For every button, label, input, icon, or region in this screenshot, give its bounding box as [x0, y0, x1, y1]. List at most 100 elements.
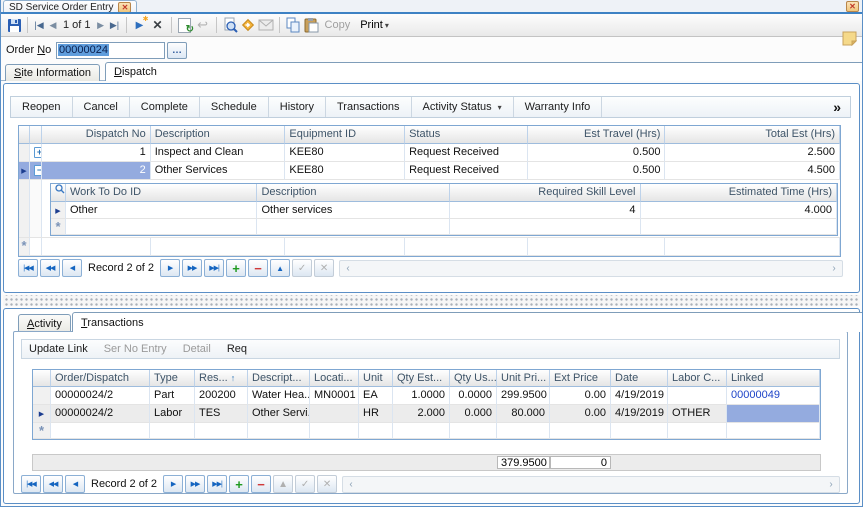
- cell-unit[interactable]: HR: [359, 405, 393, 423]
- overflow-chevron-icon[interactable]: »: [833, 99, 850, 115]
- nav-forward-button[interactable]: ▶▶: [182, 259, 202, 277]
- cell-qty-used[interactable]: 0.000: [450, 405, 497, 423]
- column-header-description[interactable]: Descript...: [248, 370, 310, 387]
- new-row-indicator[interactable]: *: [33, 423, 51, 439]
- table-row[interactable]: 00000024/2 Part 200200 Water Hea... MN00…: [33, 387, 820, 405]
- nav-last-button[interactable]: ▶▶|: [207, 475, 227, 493]
- save-icon[interactable]: [5, 16, 23, 34]
- activity-status-button[interactable]: Activity Status▾: [412, 97, 514, 117]
- column-header-qty-used[interactable]: Qty Us...: [450, 370, 497, 387]
- column-header-res[interactable]: Res...↑: [195, 370, 248, 387]
- row-indicator[interactable]: ▶: [33, 405, 51, 423]
- order-no-browse-button[interactable]: …: [167, 42, 187, 59]
- row-indicator[interactable]: [33, 387, 51, 405]
- scroll-left-icon[interactable]: ‹: [343, 477, 359, 492]
- cell-unit-price[interactable]: 299.9500: [497, 387, 550, 405]
- nav-prev-button[interactable]: ◀: [62, 259, 82, 277]
- cell-date[interactable]: 4/19/2019: [611, 405, 668, 423]
- nav-prev-button[interactable]: ◀: [65, 475, 85, 493]
- move-up-button[interactable]: ▲: [273, 475, 293, 493]
- nav-next-button[interactable]: ▶: [160, 259, 180, 277]
- cell-equipment-id[interactable]: KEE80: [285, 162, 405, 180]
- nav-rewind-button[interactable]: ◀◀: [43, 475, 63, 493]
- new-row-indicator[interactable]: *: [51, 219, 66, 235]
- collapse-cell[interactable]: −: [30, 162, 42, 180]
- expand-cell[interactable]: +: [30, 144, 42, 162]
- note-icon[interactable]: [842, 31, 857, 46]
- column-header-ext-price[interactable]: Ext Price: [550, 370, 611, 387]
- cell-ext-price[interactable]: 0.00: [550, 405, 611, 423]
- column-header-description[interactable]: Description: [151, 126, 286, 144]
- new-row[interactable]: *: [33, 423, 820, 439]
- column-header-est-travel[interactable]: Est Travel (Hrs): [528, 126, 666, 144]
- paste-icon[interactable]: [302, 16, 320, 34]
- reopen-button[interactable]: Reopen: [11, 97, 73, 117]
- scroll-right-icon[interactable]: ›: [826, 261, 842, 276]
- tab-transactions[interactable]: Transactions: [72, 312, 863, 332]
- table-row-selected[interactable]: ▶ 00000024/2 Labor TES Other Servi... HR…: [33, 405, 820, 423]
- transactions-button[interactable]: Transactions: [326, 97, 412, 117]
- row-indicator[interactable]: ▶: [51, 202, 66, 219]
- column-header-date[interactable]: Date: [611, 370, 668, 387]
- cell-description[interactable]: Other services: [257, 202, 450, 219]
- add-record-button[interactable]: +: [229, 475, 249, 493]
- cell-res[interactable]: 200200: [195, 387, 248, 405]
- nav-rewind-button[interactable]: ◀◀: [40, 259, 60, 277]
- schedule-button[interactable]: Schedule: [200, 97, 269, 117]
- panel-splitter[interactable]: [3, 295, 860, 306]
- cell-dispatch-no[interactable]: 1: [42, 144, 151, 162]
- delete-record-button[interactable]: −: [251, 475, 271, 493]
- nav-last-button[interactable]: ▶▶|: [204, 259, 224, 277]
- cell-linked-selected[interactable]: [727, 405, 820, 423]
- cell-labor-code[interactable]: OTHER: [668, 405, 727, 423]
- cell-est-travel[interactable]: 0.500: [528, 162, 666, 180]
- cell-type[interactable]: Part: [150, 387, 195, 405]
- ser-no-entry-button[interactable]: Ser No Entry: [104, 343, 167, 355]
- cell-date[interactable]: 4/19/2019: [611, 387, 668, 405]
- nav-first-button[interactable]: |◀◀: [21, 475, 41, 493]
- navigate-icon[interactable]: [239, 16, 257, 34]
- refresh-icon[interactable]: ↻: [176, 16, 194, 34]
- column-header-order-dispatch[interactable]: Order/Dispatch: [51, 370, 150, 387]
- complete-button[interactable]: Complete: [130, 97, 200, 117]
- column-header-labor-code[interactable]: Labor C...: [668, 370, 727, 387]
- tab-activity[interactable]: Activity: [18, 314, 71, 332]
- cell-unit-price[interactable]: 80.000: [497, 405, 550, 423]
- delete-icon[interactable]: ✕: [149, 16, 167, 34]
- column-header-total-est[interactable]: Total Est (Hrs): [665, 126, 840, 144]
- cell-labor-code[interactable]: [668, 387, 727, 405]
- scroll-right-icon[interactable]: ›: [823, 477, 839, 492]
- record-last-icon[interactable]: ▶|: [108, 16, 122, 34]
- cell-location[interactable]: [310, 405, 359, 423]
- cell-description[interactable]: Other Servi...: [248, 405, 310, 423]
- cell-location[interactable]: MN0001: [310, 387, 359, 405]
- new-row[interactable]: *: [51, 219, 837, 235]
- cell-unit[interactable]: EA: [359, 387, 393, 405]
- cell-description[interactable]: Other Services: [151, 162, 286, 180]
- column-header-time[interactable]: Estimated Time (Hrs): [641, 184, 838, 202]
- commit-button[interactable]: ✓: [292, 259, 312, 277]
- scrollbar-track[interactable]: [356, 261, 826, 276]
- tab-site-information[interactable]: Site Information: [5, 64, 100, 81]
- cell-equipment-id[interactable]: KEE80: [285, 144, 405, 162]
- new-row-indicator[interactable]: *: [19, 238, 30, 256]
- expand-icon[interactable]: +: [34, 147, 42, 158]
- horizontal-scrollbar[interactable]: ‹ ›: [339, 260, 843, 277]
- record-next-icon[interactable]: ▶: [94, 16, 108, 34]
- cell-total-est[interactable]: 4.500: [665, 162, 840, 180]
- delete-record-button[interactable]: −: [248, 259, 268, 277]
- history-button[interactable]: History: [269, 97, 326, 117]
- column-header-equipment-id[interactable]: Equipment ID: [285, 126, 405, 144]
- cancel-button[interactable]: Cancel: [73, 97, 130, 117]
- cell-skill[interactable]: 4: [450, 202, 641, 219]
- copy-button[interactable]: Copy: [325, 19, 351, 31]
- copy-icon[interactable]: [284, 16, 302, 34]
- column-header-skill[interactable]: Required Skill Level: [450, 184, 641, 202]
- detail-button[interactable]: Detail: [183, 343, 211, 355]
- column-header-linked[interactable]: Linked: [727, 370, 820, 387]
- nav-first-button[interactable]: |◀◀: [18, 259, 38, 277]
- commit-button[interactable]: ✓: [295, 475, 315, 493]
- column-header-qty-est[interactable]: Qty Est...: [393, 370, 450, 387]
- print-button[interactable]: Print▾: [360, 19, 389, 31]
- row-indicator[interactable]: [19, 144, 30, 162]
